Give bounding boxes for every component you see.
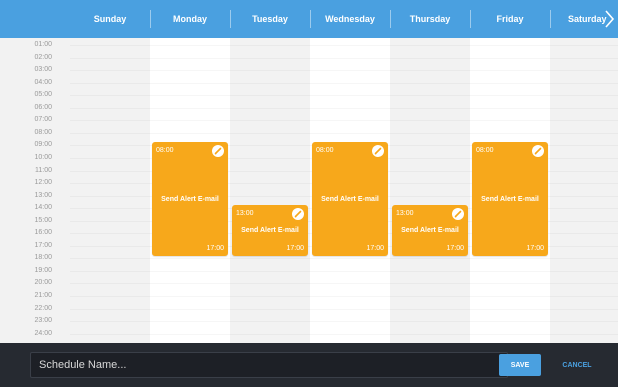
day-header-thursday: Thursday bbox=[409, 14, 451, 24]
hour-gridline bbox=[70, 296, 618, 297]
pencil-icon[interactable] bbox=[452, 208, 464, 221]
week-header: Sunday Monday Tuesday Wednesday Thursday… bbox=[0, 0, 618, 38]
event-title: Send Alert E-mail bbox=[161, 196, 219, 204]
day-header-wednesday: Wednesday bbox=[325, 14, 375, 24]
hour-label: 22:00 bbox=[34, 304, 52, 312]
event-end-time: 17:00 bbox=[526, 244, 544, 252]
hour-label: 01:00 bbox=[34, 41, 52, 48]
hour-gridline bbox=[70, 45, 618, 46]
hour-label: 02:00 bbox=[34, 53, 52, 61]
pencil-icon[interactable] bbox=[372, 145, 384, 158]
day-header-tuesday: Tuesday bbox=[252, 14, 288, 24]
hour-gridline bbox=[70, 283, 618, 284]
event-title: Send Alert E-mail bbox=[241, 227, 299, 235]
hour-label: 09:00 bbox=[34, 141, 52, 149]
hour-label: 08:00 bbox=[34, 128, 52, 136]
hour-label: 24:00 bbox=[34, 329, 52, 337]
hour-label: 05:00 bbox=[34, 91, 52, 99]
hour-gridline bbox=[70, 120, 618, 121]
chevron-right-icon[interactable] bbox=[602, 8, 616, 30]
hour-label: 03:00 bbox=[34, 66, 52, 74]
hour-gridline bbox=[70, 108, 618, 109]
hour-label: 14:00 bbox=[34, 204, 52, 212]
hour-label: 16:00 bbox=[34, 229, 52, 237]
hour-label: 23:00 bbox=[34, 317, 52, 325]
hour-gridline bbox=[70, 321, 618, 322]
hour-label: 11:00 bbox=[35, 166, 52, 174]
event-end-time: 17:00 bbox=[286, 244, 304, 252]
hour-gridline bbox=[70, 334, 618, 335]
hour-label: 15:00 bbox=[34, 216, 52, 224]
hour-gridline bbox=[70, 133, 618, 134]
schedule-event-tuesday[interactable]: 13:00 Send Alert E-mail 17:00 bbox=[232, 205, 308, 256]
hour-label: 18:00 bbox=[34, 254, 52, 262]
hour-gridline bbox=[70, 95, 618, 96]
schedule-footer: SAVE CANCEL bbox=[0, 343, 618, 387]
hour-label: 12:00 bbox=[34, 179, 52, 187]
event-title: Send Alert E-mail bbox=[401, 227, 459, 235]
hour-gridline bbox=[70, 309, 618, 310]
event-start-time: 08:00 bbox=[156, 147, 174, 155]
hour-gridline bbox=[70, 83, 618, 84]
pencil-icon[interactable] bbox=[292, 208, 304, 221]
event-end-time: 17:00 bbox=[446, 244, 464, 252]
event-start-time: 08:00 bbox=[476, 147, 494, 155]
event-start-time: 08:00 bbox=[316, 147, 334, 155]
schedule-event-thursday[interactable]: 13:00 Send Alert E-mail 17:00 bbox=[392, 205, 468, 256]
hour-label: 21:00 bbox=[34, 292, 52, 299]
event-end-time: 17:00 bbox=[366, 244, 384, 252]
schedule-name-input[interactable] bbox=[30, 352, 508, 378]
pencil-icon[interactable] bbox=[212, 145, 224, 158]
day-header-sunday: Sunday bbox=[93, 14, 127, 24]
event-end-time: 17:00 bbox=[206, 244, 224, 252]
hour-label: 06:00 bbox=[34, 103, 52, 111]
schedule-event-monday[interactable]: 08:00 Send Alert E-mail 17:00 bbox=[152, 142, 228, 256]
event-title: Send Alert E-mail bbox=[481, 196, 539, 204]
hour-label: 10:00 bbox=[34, 153, 52, 161]
schedule-event-friday[interactable]: 08:00 Send Alert E-mail 17:00 bbox=[472, 142, 548, 256]
pencil-icon[interactable] bbox=[532, 145, 544, 158]
hour-gridline bbox=[70, 70, 618, 71]
day-header-monday: Monday bbox=[172, 14, 207, 24]
hour-gridline bbox=[70, 271, 618, 272]
event-start-time: 13:00 bbox=[236, 210, 254, 218]
save-button[interactable]: SAVE bbox=[499, 354, 541, 376]
hour-label: 19:00 bbox=[34, 266, 52, 274]
hour-gridline bbox=[70, 58, 618, 59]
cancel-button[interactable]: CANCEL bbox=[551, 354, 603, 376]
hour-label: 20:00 bbox=[34, 279, 52, 287]
day-header-friday: Friday bbox=[496, 14, 524, 24]
event-start-time: 13:00 bbox=[396, 210, 414, 218]
hour-gridline bbox=[70, 258, 618, 259]
hour-label: 17:00 bbox=[34, 241, 52, 249]
schedule-grid: 01:00 02:00 03:00 04:00 05:00 06:00 07:00 08:00… bbox=[0, 38, 618, 343]
event-title: Send Alert E-mail bbox=[321, 196, 379, 204]
hour-label: 04:00 bbox=[34, 78, 52, 86]
hour-label: 07:00 bbox=[34, 116, 52, 124]
hour-label: 13:00 bbox=[34, 191, 52, 199]
schedule-event-wednesday[interactable]: 08:00 Send Alert E-mail 17:00 bbox=[312, 142, 388, 256]
